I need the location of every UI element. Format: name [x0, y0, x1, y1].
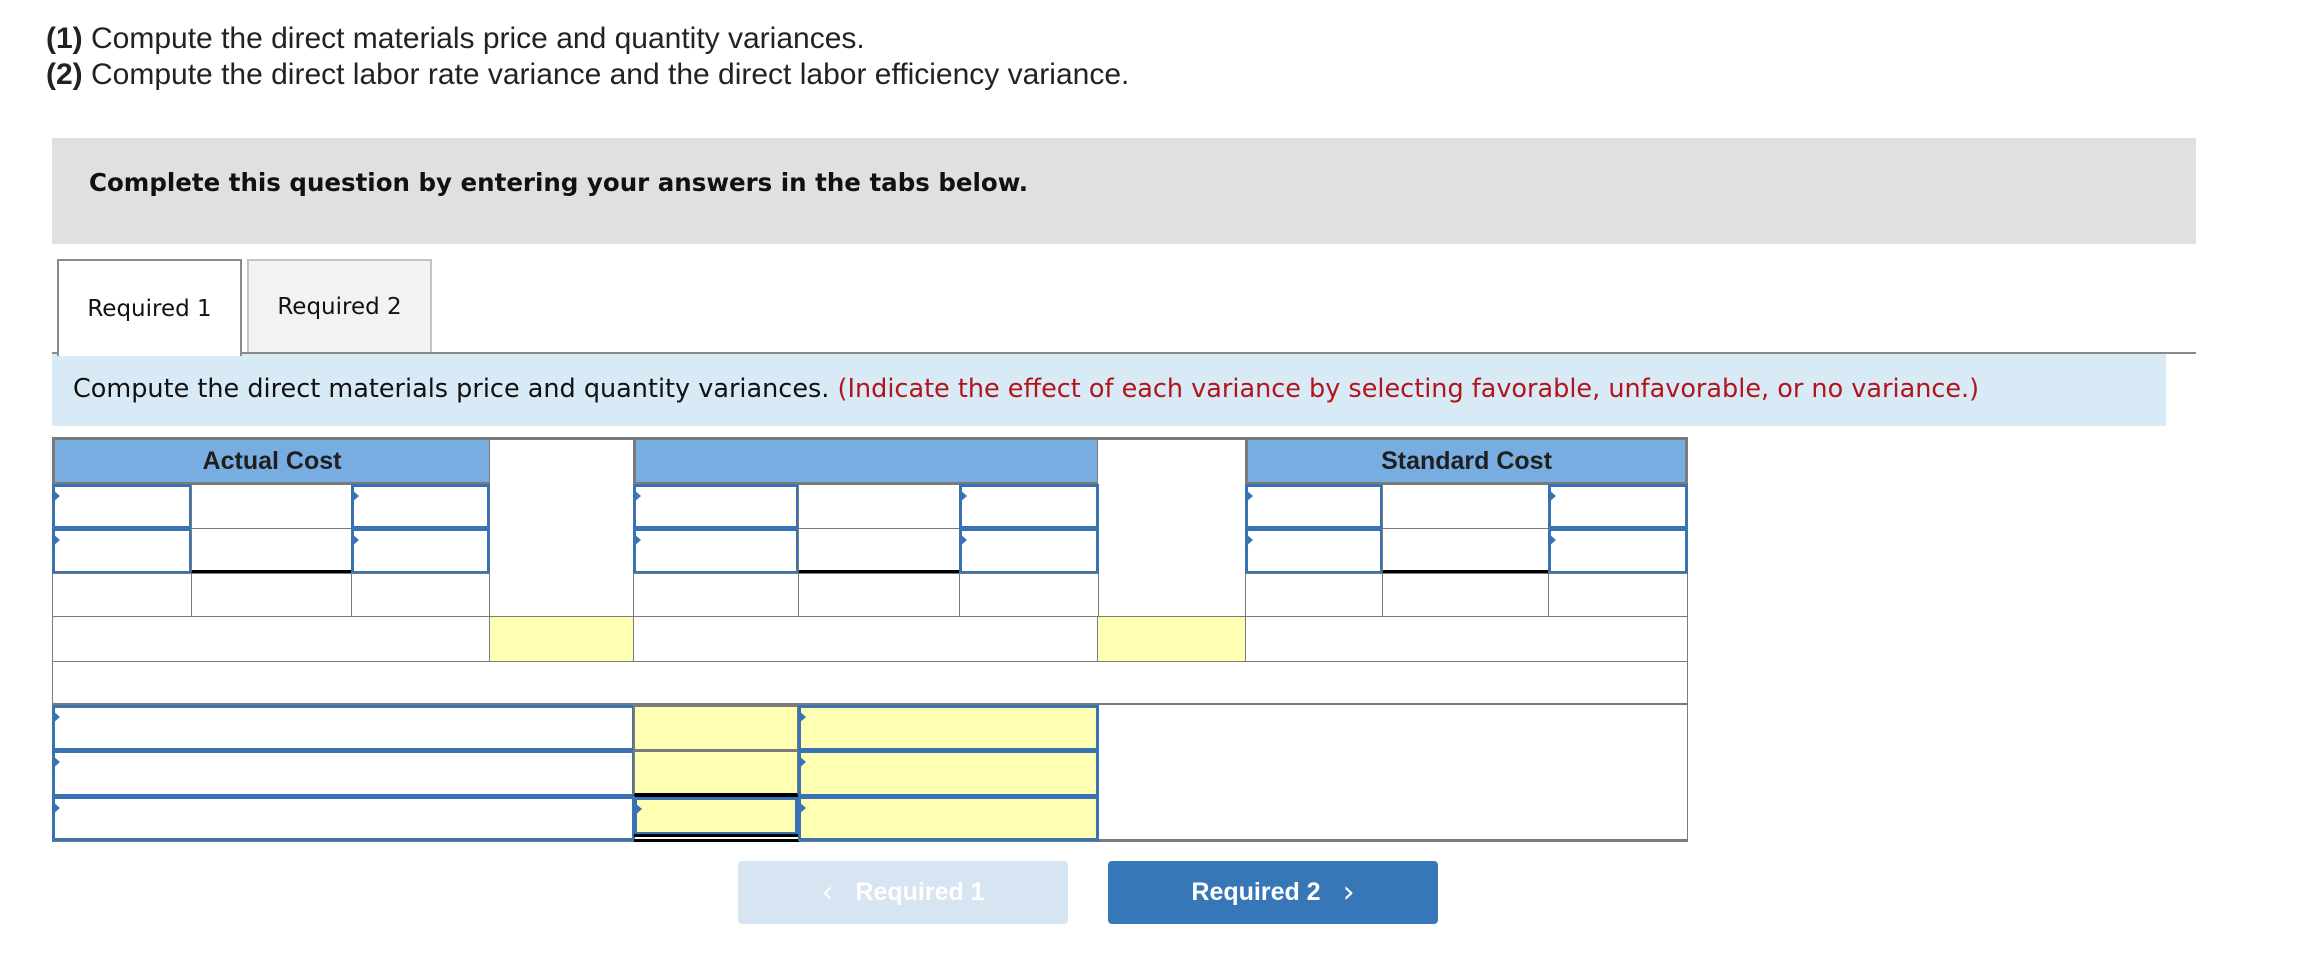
prompt-note: (Indicate the effect of each variance by…	[837, 374, 1980, 404]
actual-row2-unit-select[interactable]	[351, 528, 490, 574]
dropdown-marker-icon	[798, 801, 806, 815]
dropdown-marker-icon	[1548, 533, 1556, 547]
standard-row3-cell-3	[1548, 573, 1688, 617]
total-label-actual	[52, 616, 490, 662]
header-standard-cost: Standard Cost	[1245, 437, 1688, 485]
prompt-text: Compute the direct materials price and q…	[73, 374, 1979, 404]
total-actual-input[interactable]	[489, 616, 636, 662]
dropdown-marker-icon	[798, 710, 806, 724]
total-variance-amount-input[interactable]	[634, 797, 798, 835]
chevron-right-icon: ›	[1342, 874, 1355, 910]
actual-row2-label-select[interactable]	[52, 528, 192, 574]
header-middle	[633, 437, 1100, 485]
question-part-2-label: (2)	[46, 58, 83, 91]
middle-row1-unit-select[interactable]	[959, 484, 1099, 529]
chevron-left-icon: ‹	[821, 874, 834, 910]
question-part-2: (2) Compute the direct labor rate varian…	[46, 58, 1129, 92]
actual-row1-value-input[interactable]	[191, 484, 352, 529]
middle-row1-value-input[interactable]	[798, 484, 960, 529]
dropdown-marker-icon	[1245, 533, 1253, 547]
standard-row2-unit-select[interactable]	[1548, 528, 1688, 574]
variance-3-effect-select[interactable]	[798, 796, 1099, 841]
middle-row1-label-select[interactable]	[633, 484, 799, 529]
double-underline	[634, 834, 799, 842]
next-required-label: Required 2	[1191, 878, 1321, 906]
instructions-banner: Complete this question by entering your …	[52, 138, 2196, 244]
actual-row3-cell-2	[191, 573, 352, 617]
dropdown-marker-icon	[634, 802, 642, 816]
tab-required-1[interactable]: Required 1	[57, 259, 242, 356]
variance-1-name-select[interactable]	[52, 705, 635, 751]
question-part-1-label: (1)	[46, 22, 83, 55]
dropdown-marker-icon	[351, 533, 359, 547]
variance-1-effect-select[interactable]	[798, 705, 1099, 751]
dropdown-marker-icon	[52, 710, 60, 724]
total-label-middle	[633, 616, 1099, 662]
standard-row3-cell-2	[1382, 573, 1549, 617]
instructions-banner-text: Complete this question by entering your …	[89, 168, 1029, 197]
standard-row1-value-input[interactable]	[1382, 484, 1549, 529]
dropdown-marker-icon	[1548, 489, 1556, 503]
dropdown-marker-icon	[633, 533, 641, 547]
variance-3-name-select[interactable]	[52, 796, 635, 841]
variance-2-name-select[interactable]	[52, 750, 635, 797]
tab-required-2[interactable]: Required 2	[247, 259, 432, 353]
separator-row	[52, 661, 1688, 706]
question-part-2-text: Compute the direct labor rate variance a…	[82, 58, 1130, 91]
actual-row1-unit-select[interactable]	[351, 484, 490, 529]
next-required-button[interactable]: Required 2 ›	[1108, 861, 1438, 924]
middle-row3-cell-3	[959, 573, 1099, 617]
dropdown-marker-icon	[633, 489, 641, 503]
actual-row3-cell-1	[52, 573, 192, 617]
actual-row3-cell-3	[351, 573, 490, 617]
standard-row1-label-select[interactable]	[1245, 484, 1383, 529]
variance-2-effect-select[interactable]	[798, 750, 1099, 797]
middle-row3-cell-1	[633, 573, 799, 617]
standard-row2-label-select[interactable]	[1245, 528, 1383, 574]
dropdown-marker-icon	[959, 489, 967, 503]
middle-row2-unit-select[interactable]	[959, 528, 1099, 574]
middle-row3-cell-2	[798, 573, 960, 617]
middle-row2-value-input[interactable]	[798, 528, 960, 574]
variance-1-amount-input[interactable]	[633, 705, 799, 751]
actual-row1-label-select[interactable]	[52, 484, 192, 529]
dropdown-marker-icon	[52, 489, 60, 503]
question-part-1: (1) Compute the direct materials price a…	[46, 22, 865, 56]
dropdown-marker-icon	[959, 533, 967, 547]
dropdown-marker-icon	[351, 489, 359, 503]
question-part-1-text: Compute the direct materials price and q…	[82, 22, 865, 55]
total-middle-input[interactable]	[1097, 616, 1248, 662]
dropdown-marker-icon	[52, 755, 60, 769]
prev-required-label: Required 1	[855, 878, 985, 906]
standard-row2-value-input[interactable]	[1382, 528, 1549, 574]
prompt-band: Compute the direct materials price and q…	[52, 354, 2166, 426]
variance-2-amount-input[interactable]	[633, 750, 799, 797]
dropdown-marker-icon	[52, 533, 60, 547]
prev-required-button[interactable]: ‹ Required 1	[738, 861, 1068, 924]
dropdown-marker-icon	[1245, 489, 1253, 503]
standard-row1-unit-select[interactable]	[1548, 484, 1688, 529]
header-actual-cost: Actual Cost	[52, 437, 492, 485]
actual-row2-value-input[interactable]	[191, 528, 352, 574]
prompt-main-text: Compute the direct materials price and q…	[73, 374, 838, 404]
middle-row2-label-select[interactable]	[633, 528, 799, 574]
dropdown-marker-icon	[52, 801, 60, 815]
standard-row3-cell-1	[1245, 573, 1383, 617]
total-label-standard	[1245, 616, 1688, 662]
dropdown-marker-icon	[798, 755, 806, 769]
